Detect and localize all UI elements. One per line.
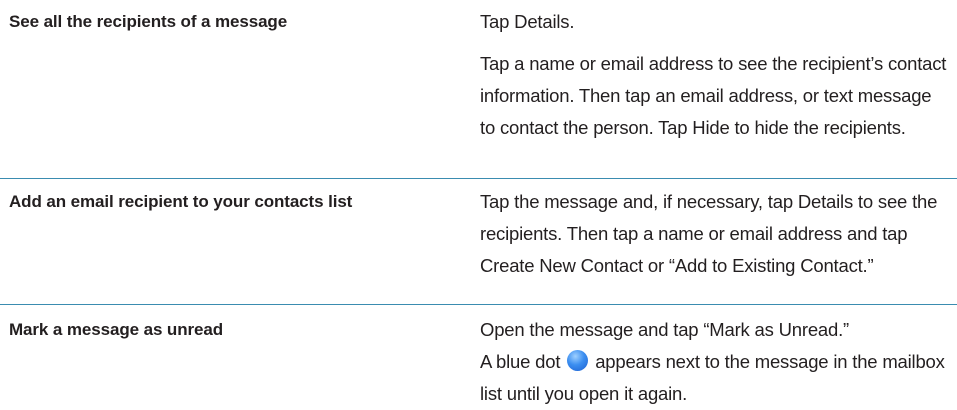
task-description: Tap Details. Tap a name or email address… xyxy=(480,0,957,179)
description-paragraph: A blue dot appears next to the message i… xyxy=(480,346,951,410)
table-row: See all the recipients of a message Tap … xyxy=(0,0,957,179)
blue-dot-icon xyxy=(567,350,589,371)
table-row: Mark a message as unread Open the messag… xyxy=(0,305,957,404)
task-description: Open the message and tap “Mark as Unread… xyxy=(480,305,957,404)
task-label: See all the recipients of a message xyxy=(9,12,288,31)
task-table: See all the recipients of a message Tap … xyxy=(0,0,957,404)
description-paragraph: Tap a name or email address to see the r… xyxy=(480,53,947,138)
table-row: Add an email recipient to your contacts … xyxy=(0,179,957,305)
description-text: A blue dot xyxy=(480,351,561,372)
task-label: Add an email recipient to your contacts … xyxy=(9,192,353,211)
description-paragraph: Tap Details. xyxy=(480,11,575,32)
description-paragraph: Tap the message and, if necessary, tap D… xyxy=(480,191,938,276)
description-paragraph: Open the message and tap “Mark as Unread… xyxy=(480,319,849,340)
task-label: Mark a message as unread xyxy=(9,320,223,339)
task-description: Tap the message and, if necessary, tap D… xyxy=(480,179,957,305)
